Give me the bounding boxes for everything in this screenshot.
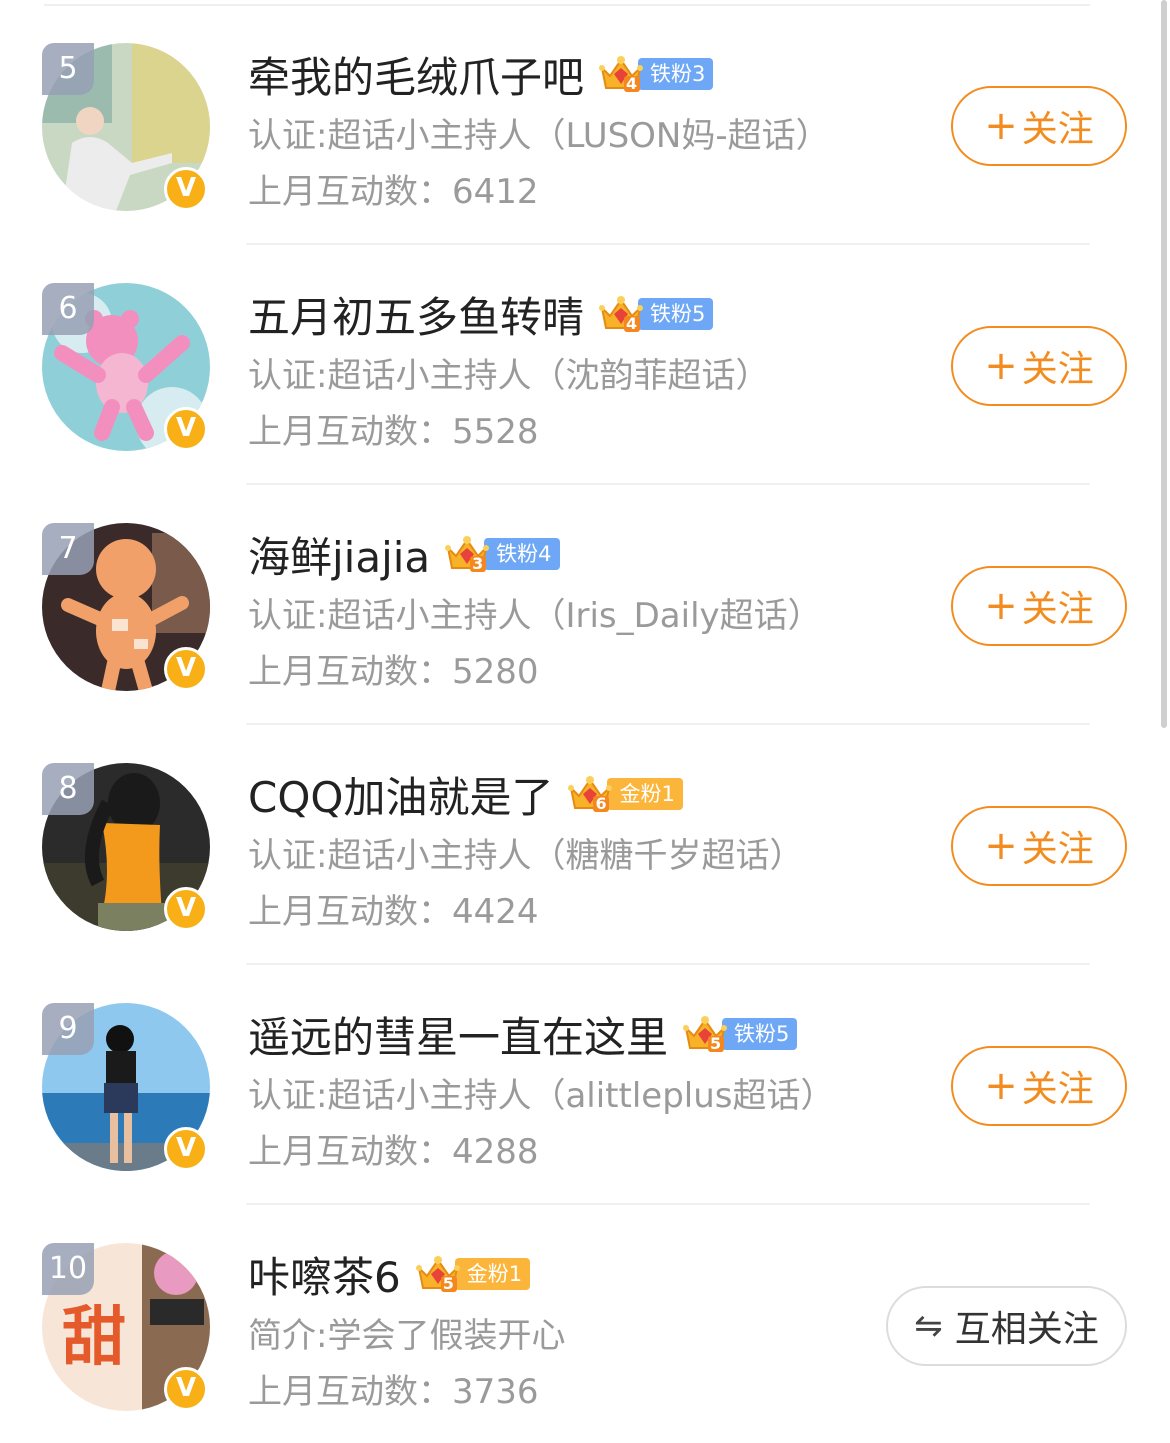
name-line: 五月初五多鱼转晴 4 铁粉5	[248, 284, 714, 345]
fan-level-badge[interactable]: 5 金粉1	[415, 1254, 531, 1294]
follow-button[interactable]: + 关注	[951, 1046, 1127, 1126]
avatar[interactable]: 甜 10 V	[42, 1243, 212, 1413]
username[interactable]: 牵我的毛绒爪子吧	[248, 44, 584, 105]
follow-label: 关注	[1021, 829, 1094, 870]
rank-badge: 7	[42, 523, 94, 575]
fan-level-label: 铁粉3	[638, 58, 714, 90]
follow-button[interactable]: + 关注	[951, 326, 1127, 406]
name-line: 牵我的毛绒爪子吧 4 铁粉3	[248, 44, 714, 105]
mutual-follow-button[interactable]: ⇋ 互相关注	[886, 1286, 1127, 1366]
verified-v-icon: V	[164, 1367, 208, 1411]
description-text: 简介:学会了假装开心	[248, 1316, 566, 1356]
plus-icon: +	[984, 1063, 1018, 1109]
interaction-count: 上月互动数：5280	[248, 652, 539, 692]
avatar[interactable]: 8 V	[42, 763, 212, 933]
crown-level: 5	[442, 1274, 454, 1293]
crown-level: 3	[472, 554, 484, 573]
fan-level-badge[interactable]: 5 铁粉5	[682, 1014, 798, 1054]
list-item[interactable]: 7 V 海鲜jiajia 3 铁粉4 认证:超话小主持人（Iris_Daily超…	[0, 480, 1170, 725]
fan-level-label: 金粉1	[607, 778, 683, 810]
rank-badge: 5	[42, 43, 94, 95]
fan-level-label: 铁粉4	[484, 538, 560, 570]
follow-label: 关注	[1021, 1069, 1094, 1110]
fan-ranking-page: 5 V 牵我的毛绒爪子吧 4 铁粉3 认证:超话小主持人（LUSON妈-超话） …	[0, 0, 1170, 1443]
crown-level: 4	[626, 314, 638, 333]
list-item[interactable]: 9 V 遥远的彗星一直在这里 5 铁粉5 认证:超话小主持人（alittlepl…	[0, 960, 1170, 1205]
username[interactable]: 五月初五多鱼转晴	[248, 284, 584, 345]
svg-text:甜: 甜	[62, 1301, 126, 1375]
verified-v-icon: V	[164, 407, 208, 451]
crown-icon: 4	[598, 294, 644, 334]
follow-button[interactable]: + 关注	[951, 806, 1127, 886]
fan-level-badge[interactable]: 4 铁粉3	[598, 54, 714, 94]
fan-level-badge[interactable]: 3 铁粉4	[444, 534, 560, 574]
username[interactable]: CQQ加油就是了	[248, 764, 553, 825]
follow-button[interactable]: + 关注	[951, 86, 1127, 166]
swap-arrows-icon: ⇋	[914, 1306, 943, 1346]
list-item[interactable]: 甜 10 V 咔嚓茶6 5 金粉1 简介:学会了假装开心 上月互动数：3736 …	[0, 1200, 1170, 1440]
name-line: 咔嚓茶6 5 金粉1	[248, 1244, 531, 1305]
follow-label: 关注	[1021, 349, 1094, 390]
description-text: 认证:超话小主持人（alittleplus超话）	[248, 1076, 835, 1116]
username[interactable]: 咔嚓茶6	[248, 1244, 401, 1305]
interaction-count: 上月互动数：6412	[248, 172, 539, 212]
description-text: 认证:超话小主持人（Iris_Daily超话）	[248, 596, 822, 636]
description-text: 认证:超话小主持人（糖糖千岁超话）	[248, 836, 804, 876]
crown-level: 6	[595, 794, 607, 813]
avatar[interactable]: 7 V	[42, 523, 212, 693]
fan-level-label: 铁粉5	[722, 1018, 798, 1050]
crown-icon: 5	[415, 1254, 461, 1294]
interaction-count: 上月互动数：4424	[248, 892, 539, 932]
follow-label: 关注	[1021, 589, 1094, 630]
crown-icon: 4	[598, 54, 644, 94]
follow-label: 关注	[1021, 109, 1094, 150]
plus-icon: +	[984, 823, 1018, 869]
fan-level-badge[interactable]: 4 铁粉5	[598, 294, 714, 334]
rank-badge: 9	[42, 1003, 94, 1055]
username[interactable]: 遥远的彗星一直在这里	[248, 1004, 668, 1065]
description-text: 认证:超话小主持人（沈韵菲超话）	[248, 356, 770, 396]
username[interactable]: 海鲜jiajia	[248, 524, 430, 585]
follow-button[interactable]: + 关注	[951, 566, 1127, 646]
list-item[interactable]: 6 V 五月初五多鱼转晴 4 铁粉5 认证:超话小主持人（沈韵菲超话） 上月互动…	[0, 240, 1170, 485]
fan-level-label: 铁粉5	[638, 298, 714, 330]
interaction-count: 上月互动数：3736	[248, 1372, 539, 1412]
mutual-follow-label: 互相关注	[954, 1309, 1099, 1350]
plus-icon: +	[984, 103, 1018, 149]
verified-v-icon: V	[164, 1127, 208, 1171]
verified-v-icon: V	[164, 167, 208, 211]
rank-badge: 6	[42, 283, 94, 335]
rank-badge: 8	[42, 763, 94, 815]
avatar[interactable]: 6 V	[42, 283, 212, 453]
crown-level: 5	[710, 1034, 722, 1053]
plus-icon: +	[984, 583, 1018, 629]
description-text: 认证:超话小主持人（LUSON妈-超话）	[248, 116, 830, 156]
interaction-count: 上月互动数：5528	[248, 412, 539, 452]
crown-icon: 3	[444, 534, 490, 574]
verified-v-icon: V	[164, 887, 208, 931]
rank-badge: 10	[42, 1243, 94, 1295]
avatar[interactable]: 5 V	[42, 43, 212, 213]
crown-level: 4	[626, 74, 638, 93]
list-item[interactable]: 5 V 牵我的毛绒爪子吧 4 铁粉3 认证:超话小主持人（LUSON妈-超话） …	[0, 0, 1170, 245]
interaction-count: 上月互动数：4288	[248, 1132, 539, 1172]
plus-icon: +	[984, 343, 1018, 389]
name-line: CQQ加油就是了 6 金粉1	[248, 766, 683, 822]
name-line: 遥远的彗星一直在这里 5 铁粉5	[248, 1004, 798, 1065]
avatar[interactable]: 9 V	[42, 1003, 212, 1173]
list-item[interactable]: 8 V CQQ加油就是了 6 金粉1 认证:超话小主持人（糖糖千岁超话） 上月互…	[0, 720, 1170, 965]
fan-level-label: 金粉1	[454, 1258, 531, 1290]
crown-icon: 5	[682, 1014, 728, 1054]
fan-level-badge[interactable]: 6 金粉1	[567, 774, 683, 814]
verified-v-icon: V	[164, 647, 208, 691]
crown-icon: 6	[567, 774, 613, 814]
name-line: 海鲜jiajia 3 铁粉4	[248, 526, 560, 582]
